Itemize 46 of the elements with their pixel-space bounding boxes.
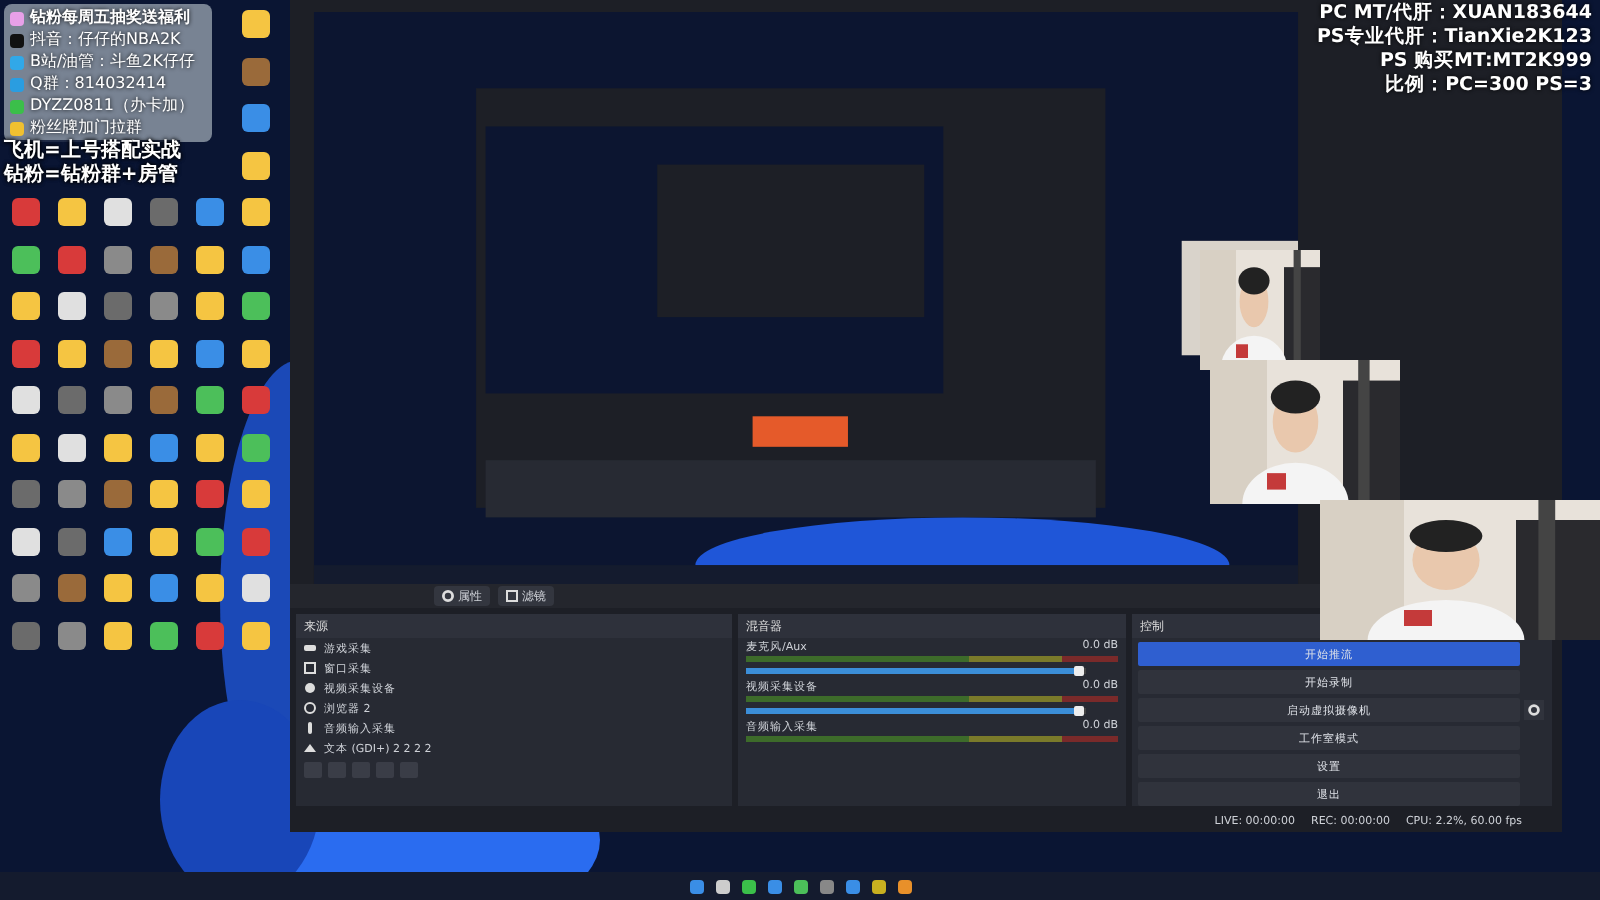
desktop-app-icon[interactable] [242, 292, 270, 320]
desktop-app-icon[interactable] [58, 292, 86, 320]
info-text: 钻粉每周五抽奖送福利 [30, 8, 190, 28]
desktop-app-icon[interactable] [12, 527, 40, 555]
desktop-app-icon[interactable] [242, 151, 270, 179]
gear-icon [442, 590, 454, 603]
desktop-app-icon[interactable] [196, 245, 224, 273]
desktop-app-icon[interactable] [242, 198, 270, 226]
promo-text: PC MT/代肝：XUAN183644 [1319, 2, 1592, 25]
desktop-app-icon[interactable] [196, 292, 224, 320]
info-text: 抖音：仔仔的NBA2K [30, 30, 181, 50]
desktop-app-icon[interactable] [150, 480, 178, 508]
promo-text: PS专业代肝：TianXie2K123 [1316, 26, 1592, 50]
info-text: Q群：814032414 [30, 74, 167, 94]
browser-source-icon [304, 702, 316, 715]
desktop-app-icon[interactable] [12, 433, 40, 461]
info-text: 粉丝牌加门拉群 [30, 118, 142, 138]
text-source-icon [304, 742, 316, 755]
desktop-app-icon[interactable] [12, 386, 40, 414]
desktop-app-icon[interactable] [104, 433, 132, 461]
desktop-app-icon[interactable] [196, 433, 224, 461]
square-icon [506, 590, 518, 603]
window-source-icon [304, 662, 316, 675]
desktop-app-icon[interactable] [58, 198, 86, 226]
promo-text: 比例：PC=300 PS=3 [1385, 74, 1592, 98]
desktop-app-icon[interactable] [150, 339, 178, 367]
desktop-app-icon[interactable] [58, 433, 86, 461]
desktop-app-icon[interactable] [58, 339, 86, 367]
promo-text: PS 购买MT:MT2K999 [1379, 50, 1592, 74]
desktop-app-icon[interactable] [150, 621, 178, 649]
desktop-app-icon[interactable] [196, 386, 224, 414]
desktop-app-icon[interactable] [104, 574, 132, 602]
desktop-app-icon[interactable] [242, 574, 270, 602]
settings-icon[interactable] [1524, 700, 1544, 721]
info-text: B站/油管：斗鱼2K仔仔 [30, 52, 196, 72]
desktop-app-icon[interactable] [12, 292, 40, 320]
desktop-app-icon[interactable] [150, 527, 178, 555]
desktop-app-icon[interactable] [196, 527, 224, 555]
desktop-app-icon[interactable] [242, 339, 270, 367]
desktop-app-icon[interactable] [242, 10, 270, 38]
overlay-note: 钻粉=钻粉群+房管 [4, 164, 178, 188]
desktop-app-icon[interactable] [12, 245, 40, 273]
camera-source-icon [304, 682, 316, 695]
info-text: DYZZ0811（办卡加） [30, 96, 194, 116]
desktop-app-icon[interactable] [104, 621, 132, 649]
desktop-app-icon[interactable] [104, 198, 132, 226]
